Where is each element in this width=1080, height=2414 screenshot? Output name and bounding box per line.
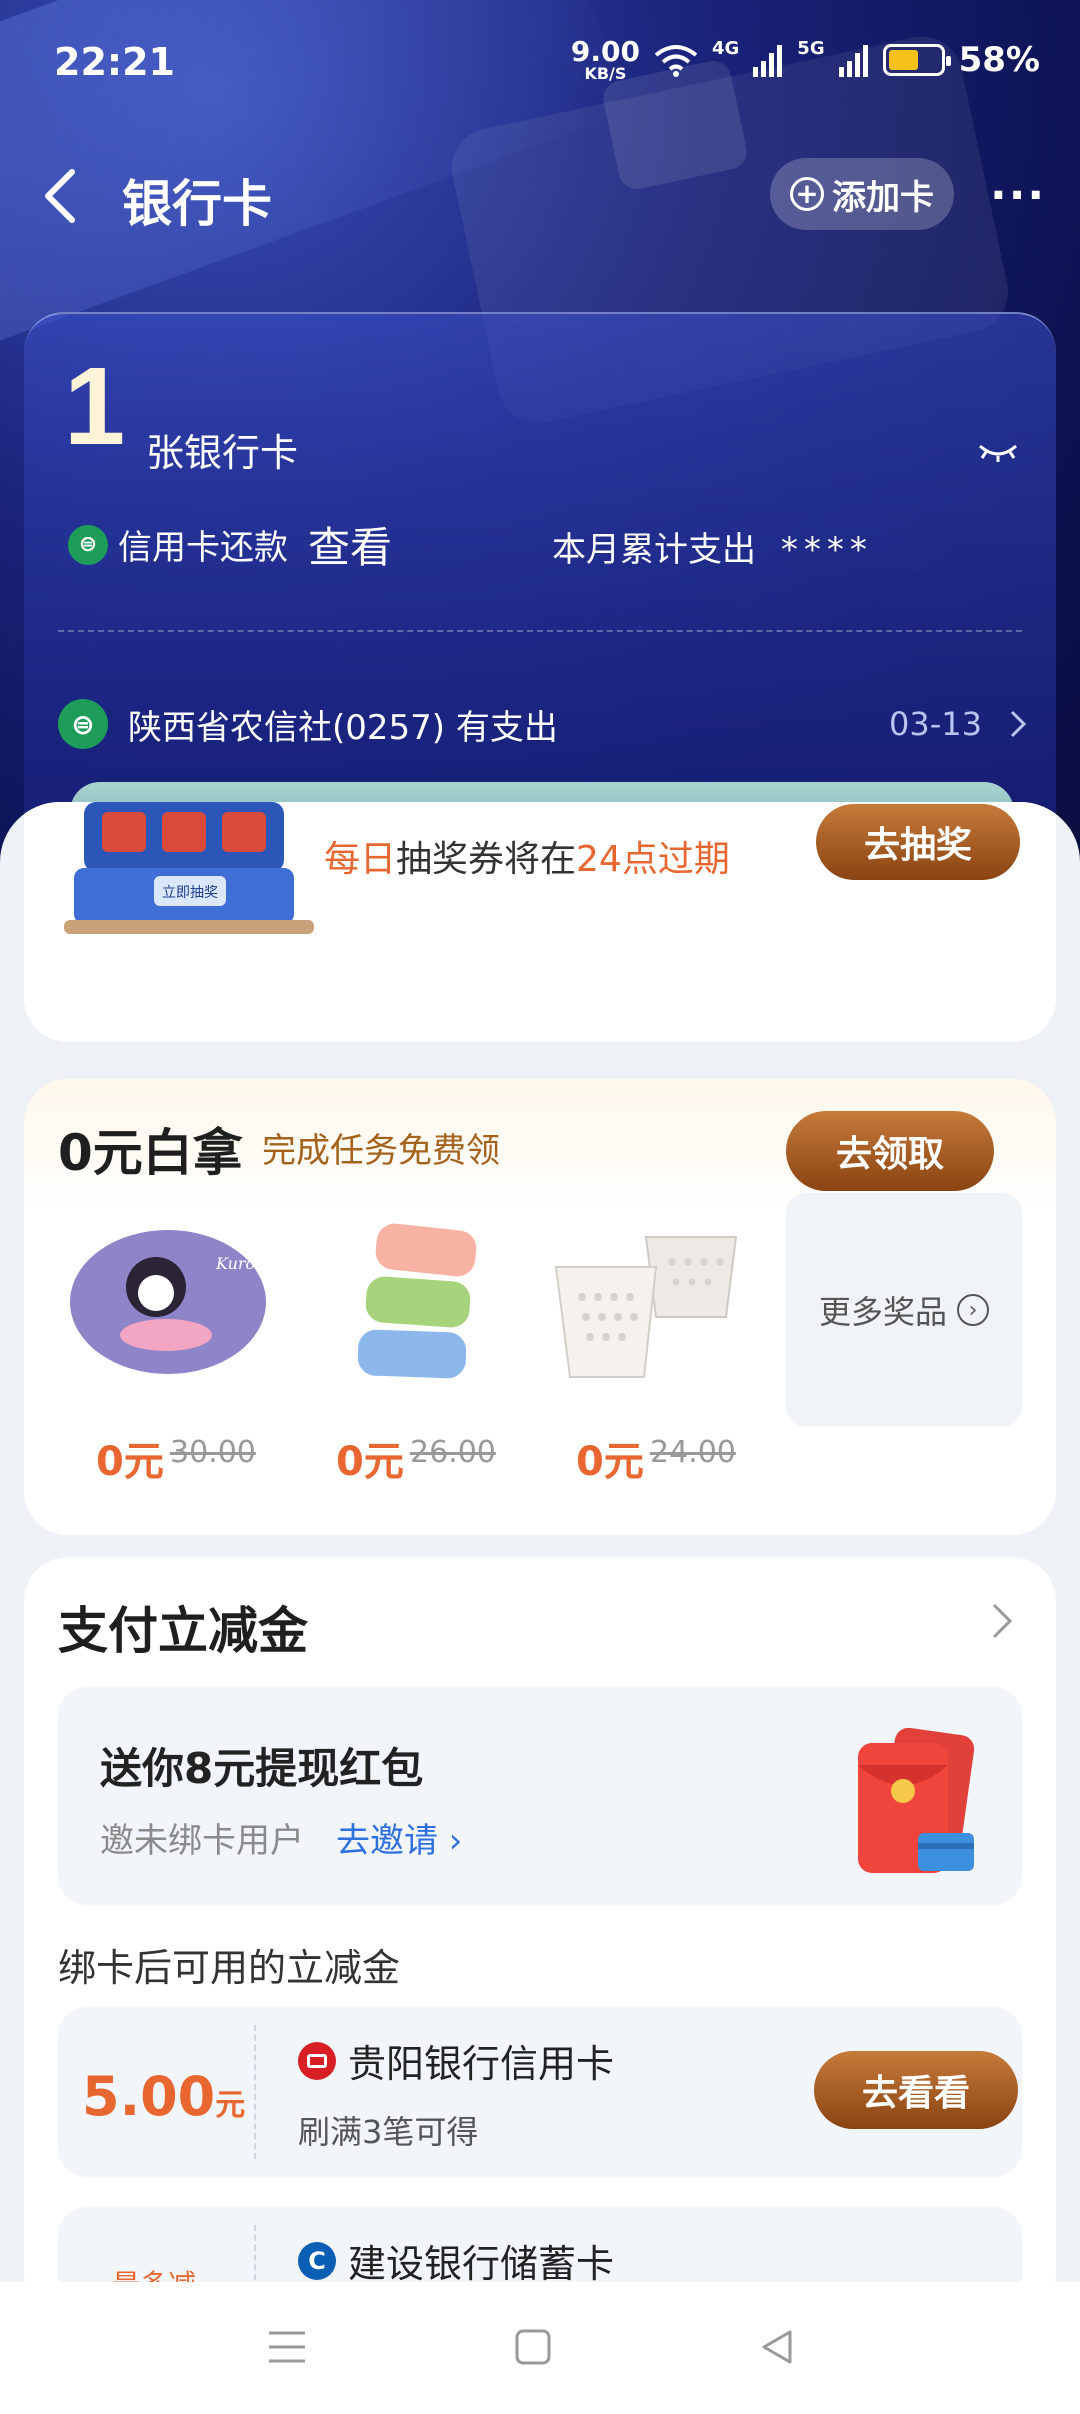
add-card-button[interactable]: + 添加卡 — [770, 158, 954, 230]
network-5g-label: 5G — [797, 38, 825, 59]
month-spend-label: 本月累计支出 — [552, 530, 756, 570]
coupon-divider — [254, 2025, 256, 2159]
guiyang-bank-icon — [298, 2041, 336, 2080]
hide-eye-icon[interactable] — [978, 440, 1018, 464]
clock: 22:21 — [54, 40, 175, 84]
prize-original-price: 24.00 — [650, 1435, 736, 1470]
coupon-unit: 元 — [215, 2088, 246, 2123]
status-icons: 9.00 KB/S 4G 5G 58% — [571, 38, 1040, 82]
home-nav-button[interactable] — [488, 2312, 578, 2382]
invite-link[interactable]: 去邀请 › — [336, 1813, 462, 1862]
system-nav-bar — [0, 2282, 1080, 2414]
laundry-basket-icon — [554, 1236, 738, 1378]
ccb-bank-icon: C — [298, 2241, 336, 2280]
section-label: 绑卡后可用的立减金 — [58, 1946, 401, 1990]
content-sheet: 立即抽奖 每日抽奖券将在24点过期 去抽奖 0元白拿 完成任务免费领 去领取 K… — [0, 802, 1080, 2282]
msg-expire: 24点过期 — [576, 839, 730, 880]
claim-button[interactable]: 去领取 — [786, 1111, 994, 1191]
card-count: 1 — [64, 345, 126, 468]
page-title: 银行卡 — [122, 175, 272, 233]
menu-nav-button[interactable] — [242, 2312, 332, 2382]
signal-icon-2 — [838, 45, 868, 77]
add-card-label: 添加卡 — [832, 177, 934, 218]
coupon-condition: 刷满3笔可得 — [298, 2113, 479, 2151]
lottery-message: 每日抽奖券将在24点过期 — [324, 830, 730, 882]
msg-middle: 抽奖券将在 — [396, 839, 577, 880]
rural-credit-bank-icon: ⊜ — [58, 699, 108, 749]
chevron-right-icon — [1010, 710, 1027, 738]
network-4g-label: 4G — [711, 38, 740, 59]
top-nav: 银行卡 + 添加卡 ··· — [0, 150, 1080, 240]
free-gift-card: 0元白拿 完成任务免费领 去领取 Kuromi 0元 30.00 0元 26.0… — [24, 1079, 1056, 1535]
month-spend-value: **** — [780, 530, 873, 570]
card-count-label: 张银行卡 — [146, 431, 299, 475]
coupon-item[interactable]: 最多减 C 建设银行储蓄卡 — [58, 2207, 1022, 2282]
divider — [58, 630, 1022, 632]
free-subtitle: 完成任务免费领 — [262, 1131, 500, 1171]
more-prizes-button[interactable]: 更多奖品 › — [786, 1193, 1022, 1427]
coupon-bank-name: 建设银行储蓄卡 — [348, 2242, 615, 2282]
header-background: 22:21 9.00 KB/S 4G 5G 58% 银行卡 + 添加卡 ··· … — [0, 0, 1080, 900]
pay-discount-card: 支付立减金 送你8元提现红包 邀未绑卡用户 去邀请 › 绑卡后可用的立减金 5.… — [24, 1557, 1056, 2282]
battery-percent: 58% — [958, 40, 1040, 80]
coupon-bank: C 建设银行储蓄卡 — [298, 2233, 614, 2282]
credit-repay-row[interactable]: ⊜ 信用卡还款 查看 — [68, 514, 392, 575]
more-icon[interactable]: ··· — [990, 170, 1046, 221]
invite-banner[interactable]: 送你8元提现红包 邀未绑卡用户 去邀请 › — [58, 1687, 1022, 1905]
square-icon — [515, 2329, 551, 2365]
invite-title: 送你8元提现红包 — [100, 1744, 424, 1793]
chevron-right-icon[interactable] — [990, 1601, 1014, 1641]
red-envelope-icon — [858, 1727, 975, 1873]
network-speed: 9.00 KB/S — [570, 35, 640, 83]
coupon-divider — [254, 2225, 256, 2282]
prize-price: 0元 — [576, 1439, 644, 1485]
unionpay-icon: ⊜ — [68, 524, 108, 565]
kuromi-mat-icon: Kuromi — [70, 1230, 275, 1374]
free-title: 0元白拿 — [58, 1124, 243, 1182]
invite-desc: 邀未绑卡用户 — [100, 1821, 304, 1861]
transaction-text: 陕西省农信社(0257) 有支出 — [128, 707, 558, 748]
coupon-bank-name: 贵阳银行信用卡 — [348, 2042, 615, 2086]
repay-label: 信用卡还款 — [118, 528, 288, 568]
coupon-item[interactable]: 5.00元 贵阳银行信用卡 刷满3笔可得 去看看 — [58, 2007, 1022, 2177]
menu-icon — [269, 2331, 305, 2363]
svg-text:Kuromi: Kuromi — [215, 1254, 275, 1273]
back-nav-button[interactable] — [732, 2312, 822, 2382]
towels-icon — [357, 1223, 477, 1379]
msg-daily: 每日 — [324, 839, 397, 880]
prize-original-price: 26.00 — [410, 1435, 496, 1470]
machine-label: 立即抽奖 — [162, 884, 218, 901]
pay-discount-title: 支付立减金 — [58, 1602, 308, 1660]
repay-view-link[interactable]: 查看 — [308, 514, 392, 575]
coupon-bank: 贵阳银行信用卡 — [298, 2033, 614, 2088]
invite-link-label: 去邀请 — [336, 1821, 438, 1861]
slot-machine-icon: 立即抽奖 — [64, 802, 314, 934]
plus-circle-icon: + — [790, 177, 824, 211]
coupon-amount-value: 5.00 — [82, 2065, 216, 2128]
draw-lottery-button[interactable]: 去抽奖 — [816, 804, 1020, 880]
wifi-icon — [654, 45, 698, 77]
more-prizes-label: 更多奖品 — [818, 1293, 947, 1331]
month-spend: 本月累计支出 **** — [552, 522, 873, 571]
prize-original-price: 30.00 — [170, 1435, 256, 1470]
coupon-amount: 5.00元 — [82, 2065, 245, 2128]
prize-price: 0元 — [96, 1439, 164, 1485]
status-bar: 22:21 9.00 KB/S 4G 5G 58% — [0, 30, 1080, 100]
signal-icon-1 — [753, 45, 783, 77]
battery-icon — [882, 44, 951, 76]
coupon-max-label: 最多减 — [112, 2263, 196, 2282]
prize-price: 0元 — [336, 1439, 404, 1485]
prize-item[interactable]: 0元 24.00 — [536, 1207, 756, 1497]
prize-item[interactable]: Kuromi 0元 30.00 — [56, 1207, 276, 1497]
prize-item[interactable]: 0元 26.00 — [296, 1207, 516, 1497]
view-coupon-button[interactable]: 去看看 — [814, 2051, 1018, 2129]
arrow-circle-icon: › — [957, 1294, 989, 1326]
back-arrow-icon[interactable] — [36, 166, 86, 226]
triangle-back-icon — [762, 2330, 792, 2364]
transaction-date: 03-13 — [889, 705, 982, 743]
lottery-card: 立即抽奖 每日抽奖券将在24点过期 去抽奖 — [24, 802, 1056, 1042]
transaction-row[interactable]: ⊜ 陕西省农信社(0257) 有支出 03-13 — [58, 694, 1028, 754]
